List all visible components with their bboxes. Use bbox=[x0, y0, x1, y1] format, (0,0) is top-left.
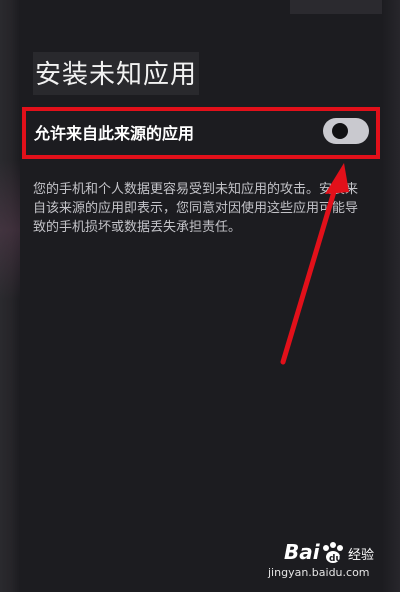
baidu-paw-icon: du bbox=[323, 542, 343, 564]
watermark-brand: Bai bbox=[284, 540, 320, 564]
annotation-arrow-icon bbox=[280, 163, 349, 365]
watermark-url: jingyan.baidu.com bbox=[268, 566, 370, 579]
svg-text:du: du bbox=[329, 554, 342, 564]
watermark-jingyan-text: 经验 bbox=[348, 548, 375, 563]
baidu-jingyan-watermark: Bai du 经验 jingyan.baidu.com bbox=[268, 540, 398, 586]
